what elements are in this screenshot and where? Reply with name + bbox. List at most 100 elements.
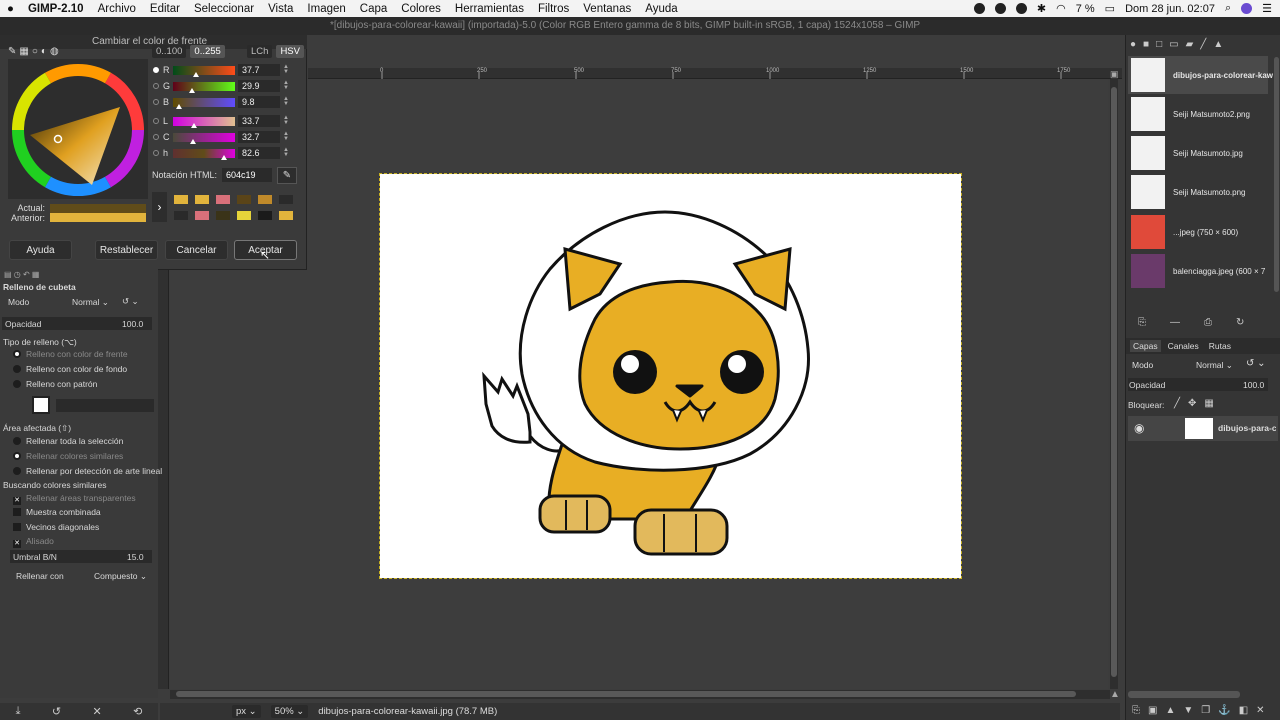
brushes-tab-icon[interactable]: ● <box>1130 39 1136 50</box>
spin-icon[interactable]: ▲ ▼ <box>283 131 289 142</box>
tab-paths[interactable]: Rutas <box>1206 340 1234 352</box>
new-view-icon[interactable]: ⎘ <box>1138 317 1146 328</box>
watercolor-icon[interactable]: ▦ <box>19 46 28 57</box>
new-layer-icon[interactable]: ⎘ <box>1132 705 1140 716</box>
image-item[interactable]: balenciagga.jpeg (600 × 7 <box>1131 253 1275 289</box>
horizontal-ruler[interactable]: 0 250 500 750 1000 1250 1500 1750 <box>308 68 1122 79</box>
clock[interactable]: Dom 28 jun. 02:07 <box>1125 3 1215 15</box>
menu-seleccionar[interactable]: Seleccionar <box>187 3 261 15</box>
fill-selection-radio[interactable]: Rellenar toda la selección <box>13 436 123 446</box>
html-notation-input[interactable]: 604c19 <box>222 168 272 182</box>
delete-options-icon[interactable]: ✕ <box>92 705 101 718</box>
navigate-icon[interactable]: ▲ <box>1110 689 1120 700</box>
reset-options-icon[interactable]: ⟲ <box>133 705 142 718</box>
layer-group-icon[interactable]: ▣ <box>1148 705 1157 716</box>
eye-icon[interactable]: ◉ <box>1134 421 1144 435</box>
lock-alpha-icon[interactable]: ▦ <box>1204 398 1213 409</box>
scroll-thumb[interactable] <box>176 691 1076 697</box>
sync-icon[interactable] <box>994 3 1006 14</box>
menu-colores[interactable]: Colores <box>394 3 448 15</box>
mode-select[interactable]: Normal ⌄ <box>72 297 109 308</box>
siri-icon[interactable] <box>1241 3 1253 14</box>
spotlight-icon[interactable]: ⌕ <box>1225 2 1231 15</box>
channel-value[interactable]: 82.6 <box>238 147 280 159</box>
menu-capa[interactable]: Capa <box>353 3 395 15</box>
slider-marker[interactable] <box>193 71 200 77</box>
channel-value[interactable]: 29.9 <box>238 80 280 92</box>
unit-select[interactable]: px ⌄ <box>232 705 261 718</box>
menu-imagen[interactable]: Imagen <box>300 3 352 15</box>
refresh-icon[interactable]: ↻ <box>1236 317 1244 328</box>
pattern-preview[interactable] <box>32 396 50 414</box>
tab-layers[interactable]: Capas <box>1130 340 1161 352</box>
history-swatch[interactable] <box>195 211 209 220</box>
layer-row[interactable]: ◉ dibujos-para-colo <box>1128 416 1278 441</box>
mask-icon[interactable]: ◧ <box>1239 705 1248 716</box>
image-item[interactable]: dibujos-para-colorear-kawa <box>1131 57 1275 93</box>
anchor-layer-icon[interactable]: ⚓ <box>1218 705 1230 716</box>
image-item[interactable]: ...jpeg (750 × 600) <box>1131 214 1275 250</box>
help-button[interactable]: Ayuda <box>9 240 72 260</box>
slider-marker[interactable] <box>176 103 183 109</box>
history-swatch[interactable] <box>237 211 251 220</box>
menu-herramientas[interactable]: Herramientas <box>448 3 531 15</box>
app-menu[interactable]: GIMP-2.10 <box>21 3 91 15</box>
fill-lineart-radio[interactable]: Rellenar por detección de arte lineal <box>13 466 162 476</box>
spin-icon[interactable]: ▲ ▼ <box>283 147 289 158</box>
antialias-check[interactable]: ✕ Alisado <box>13 536 54 548</box>
range-0-100-button[interactable]: 0..100 <box>152 45 187 58</box>
history-swatch[interactable] <box>279 211 293 220</box>
apple-menu-icon[interactable]: ● <box>0 3 21 15</box>
horizontal-scrollbar[interactable] <box>170 690 1110 699</box>
color-wheel-panel[interactable] <box>8 59 148 199</box>
image-canvas[interactable] <box>379 173 962 579</box>
menu-archivo[interactable]: Archivo <box>91 3 143 15</box>
patterns-tab-icon[interactable]: ■ <box>1143 39 1149 50</box>
spin-icon[interactable]: ▲ ▼ <box>283 64 289 75</box>
spin-icon[interactable]: ▲ ▼ <box>283 80 289 91</box>
paint-tab-icon[interactable]: ╱ <box>1200 39 1206 50</box>
lock-pixels-icon[interactable]: ╱ <box>1174 398 1180 409</box>
remove-icon[interactable]: — <box>1170 317 1180 328</box>
lch-button[interactable]: LCh <box>247 45 273 58</box>
channel-radio[interactable] <box>153 134 159 140</box>
raise-layer-icon[interactable]: ▲ <box>1165 705 1175 716</box>
print-icon[interactable]: ⎙ <box>1204 317 1212 328</box>
menu-editar[interactable]: Editar <box>143 3 187 15</box>
zoom-lock-icon[interactable]: ▣ <box>1110 69 1119 80</box>
images-scrollbar[interactable] <box>1274 57 1279 292</box>
tools-tab-icon[interactable]: ▲ <box>1213 39 1223 50</box>
channel-bar[interactable] <box>173 97 235 109</box>
channel-bar[interactable] <box>173 148 235 160</box>
cancel-button[interactable]: Cancelar <box>165 240 228 260</box>
palette-icon[interactable]: ◍ <box>50 46 59 57</box>
fill-with-select[interactable]: Compuesto ⌄ <box>94 571 147 582</box>
menu-filtros[interactable]: Filtros <box>531 3 576 15</box>
lock-position-icon[interactable]: ✥ <box>1188 398 1196 409</box>
lower-layer-icon[interactable]: ▼ <box>1183 705 1193 716</box>
slider-marker[interactable] <box>190 138 197 144</box>
slider-g[interactable]: G 29.9 ▲ ▼ <box>153 79 298 93</box>
opacity-value[interactable]: 100.0 <box>122 319 143 329</box>
menu-ventanas[interactable]: Ventanas <box>576 3 638 15</box>
layer-name[interactable]: dibujos-para-colo <box>1218 423 1276 433</box>
slider-marker[interactable] <box>190 122 197 128</box>
triangle-icon[interactable]: ◐ <box>41 46 47 57</box>
fill-similar-radio[interactable]: Rellenar colores similares <box>13 451 123 461</box>
layers-hscrollbar[interactable] <box>1128 691 1240 698</box>
image-item[interactable]: Seiji Matsumoto.jpg <box>1131 135 1275 171</box>
menu-vista[interactable]: Vista <box>261 3 300 15</box>
range-0-255-button[interactable]: 0..255 <box>190 45 225 58</box>
channel-value[interactable]: 37.7 <box>238 64 280 76</box>
history-swatch[interactable] <box>237 195 251 204</box>
history-swatch[interactable] <box>174 211 188 220</box>
channel-radio[interactable] <box>153 99 159 105</box>
history-swatch[interactable] <box>174 195 188 204</box>
channel-bar[interactable] <box>173 116 235 128</box>
slider-c[interactable]: C 32.7 ▲ ▼ <box>153 130 298 144</box>
zoom-select[interactable]: 50% ⌄ <box>270 705 309 718</box>
tool-options-tabs[interactable]: ▤ ◷ ↶ ▦ <box>4 270 39 279</box>
layer-mode-reset-icon[interactable]: ↺ ⌄ <box>1246 358 1266 369</box>
save-options-icon[interactable]: ⤓ <box>16 705 21 718</box>
channel-bar[interactable] <box>173 132 235 144</box>
